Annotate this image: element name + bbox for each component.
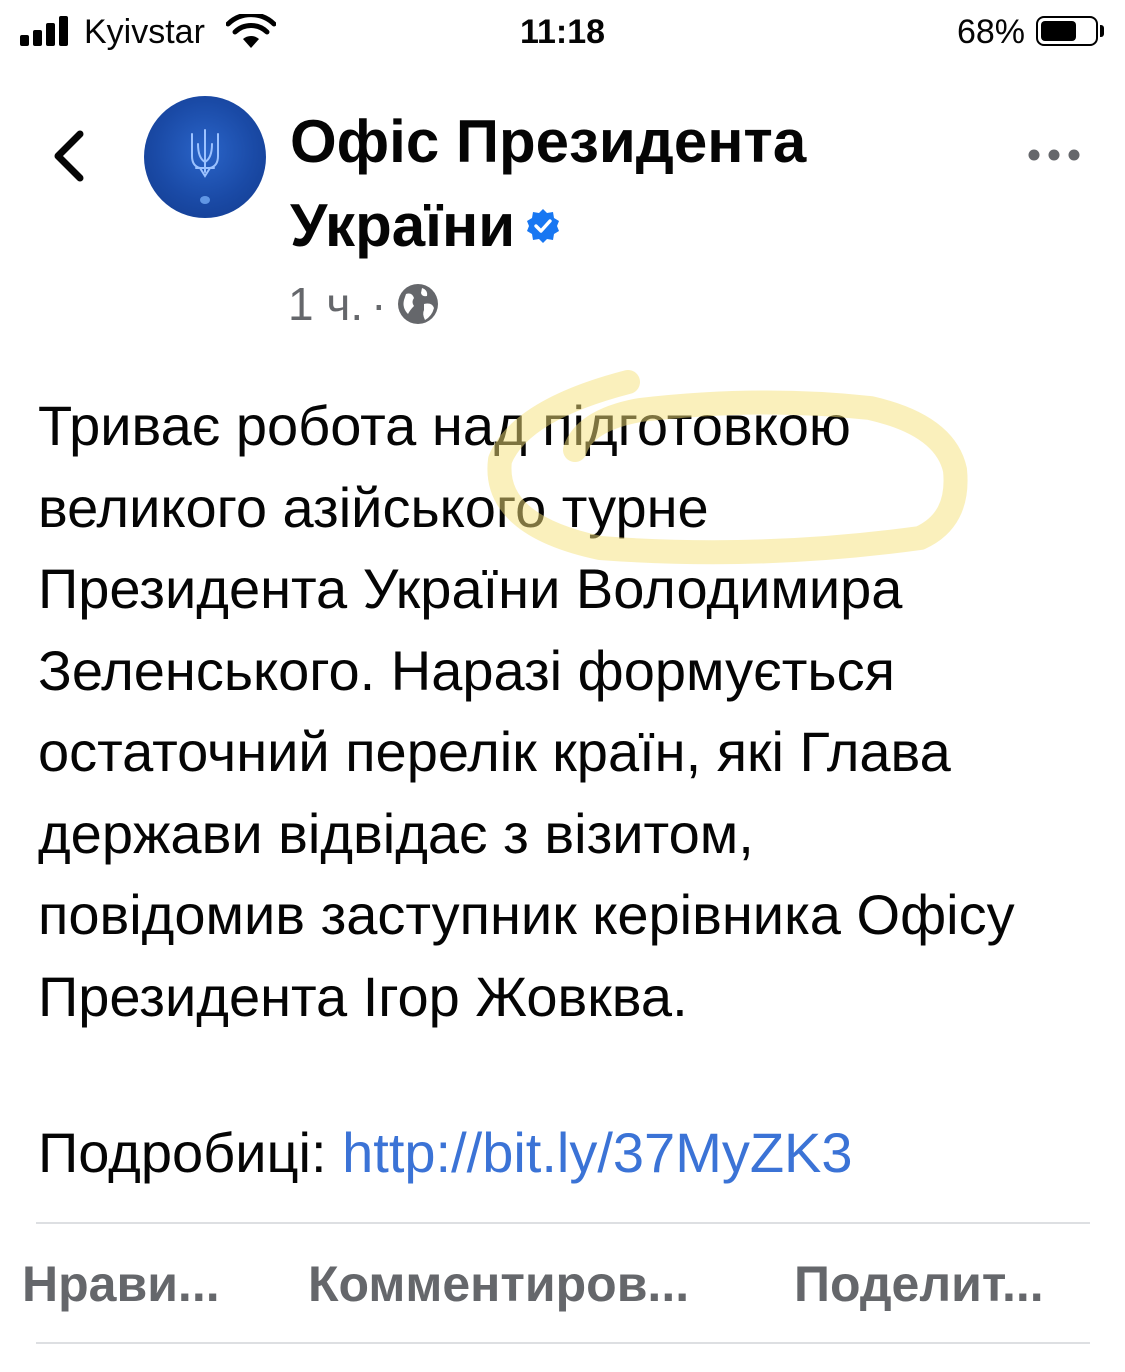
chevron-left-icon[interactable] xyxy=(44,128,100,184)
globe-icon xyxy=(398,283,439,324)
page-name-line2-row: України xyxy=(290,184,806,268)
post-details: Подробиці: http://bit.ly/37MyZK3 xyxy=(38,1118,853,1188)
battery-icon xyxy=(1036,16,1098,46)
post-text-line: Триває робота над підготовкою xyxy=(38,394,851,457)
page-name-line1: Офіс Президента xyxy=(290,108,807,175)
post-text-line: Президента України Володимира xyxy=(38,557,903,620)
battery-percent: 68% xyxy=(956,13,1025,51)
more-horizontal-icon[interactable] xyxy=(1024,140,1084,170)
share-button[interactable]: Поделит... xyxy=(794,1254,1044,1314)
divider-bottom xyxy=(36,1342,1090,1344)
post-text-line: остаточний перелік країн, які Глава xyxy=(38,720,951,783)
post-text-line: Зеленського. Наразі формується xyxy=(38,638,895,702)
trident-icon xyxy=(191,129,219,178)
page-name[interactable]: Офіс Президента України xyxy=(290,100,806,268)
page-name-line2: України xyxy=(290,192,516,259)
post-text-line: Президента Ігор Жовква. xyxy=(38,964,688,1028)
avatar[interactable] xyxy=(144,96,266,218)
like-button[interactable]: Нрави... xyxy=(22,1254,220,1314)
verified-badge-icon xyxy=(527,209,560,244)
comment-button[interactable]: Комментиров... xyxy=(308,1254,689,1314)
post-text-line: великого азійського турне xyxy=(38,475,709,539)
post-text-line: повідомив заступник керівника Офісу xyxy=(38,883,1015,946)
action-bar: Нрави... Комментиров... Поделит... xyxy=(0,1226,1125,1342)
post-meta: 1 ч. · xyxy=(288,278,442,332)
avatar-glow xyxy=(200,196,210,204)
post-text: Триває робота над підготовкою великого аз… xyxy=(38,385,1098,1037)
divider-top xyxy=(36,1222,1090,1224)
post-time[interactable]: 1 ч. xyxy=(288,278,363,330)
post-link[interactable]: http://bit.ly/37MyZK3 xyxy=(342,1121,852,1184)
battery-nub xyxy=(1100,25,1104,37)
details-label: Подробиці: xyxy=(38,1121,327,1184)
meta-separator: · xyxy=(371,278,387,330)
status-bar: Kyivstar 11:18 68% xyxy=(0,0,1125,66)
post-text-line: держави відвідає з візитом, xyxy=(38,801,754,865)
battery-level xyxy=(1041,21,1077,41)
